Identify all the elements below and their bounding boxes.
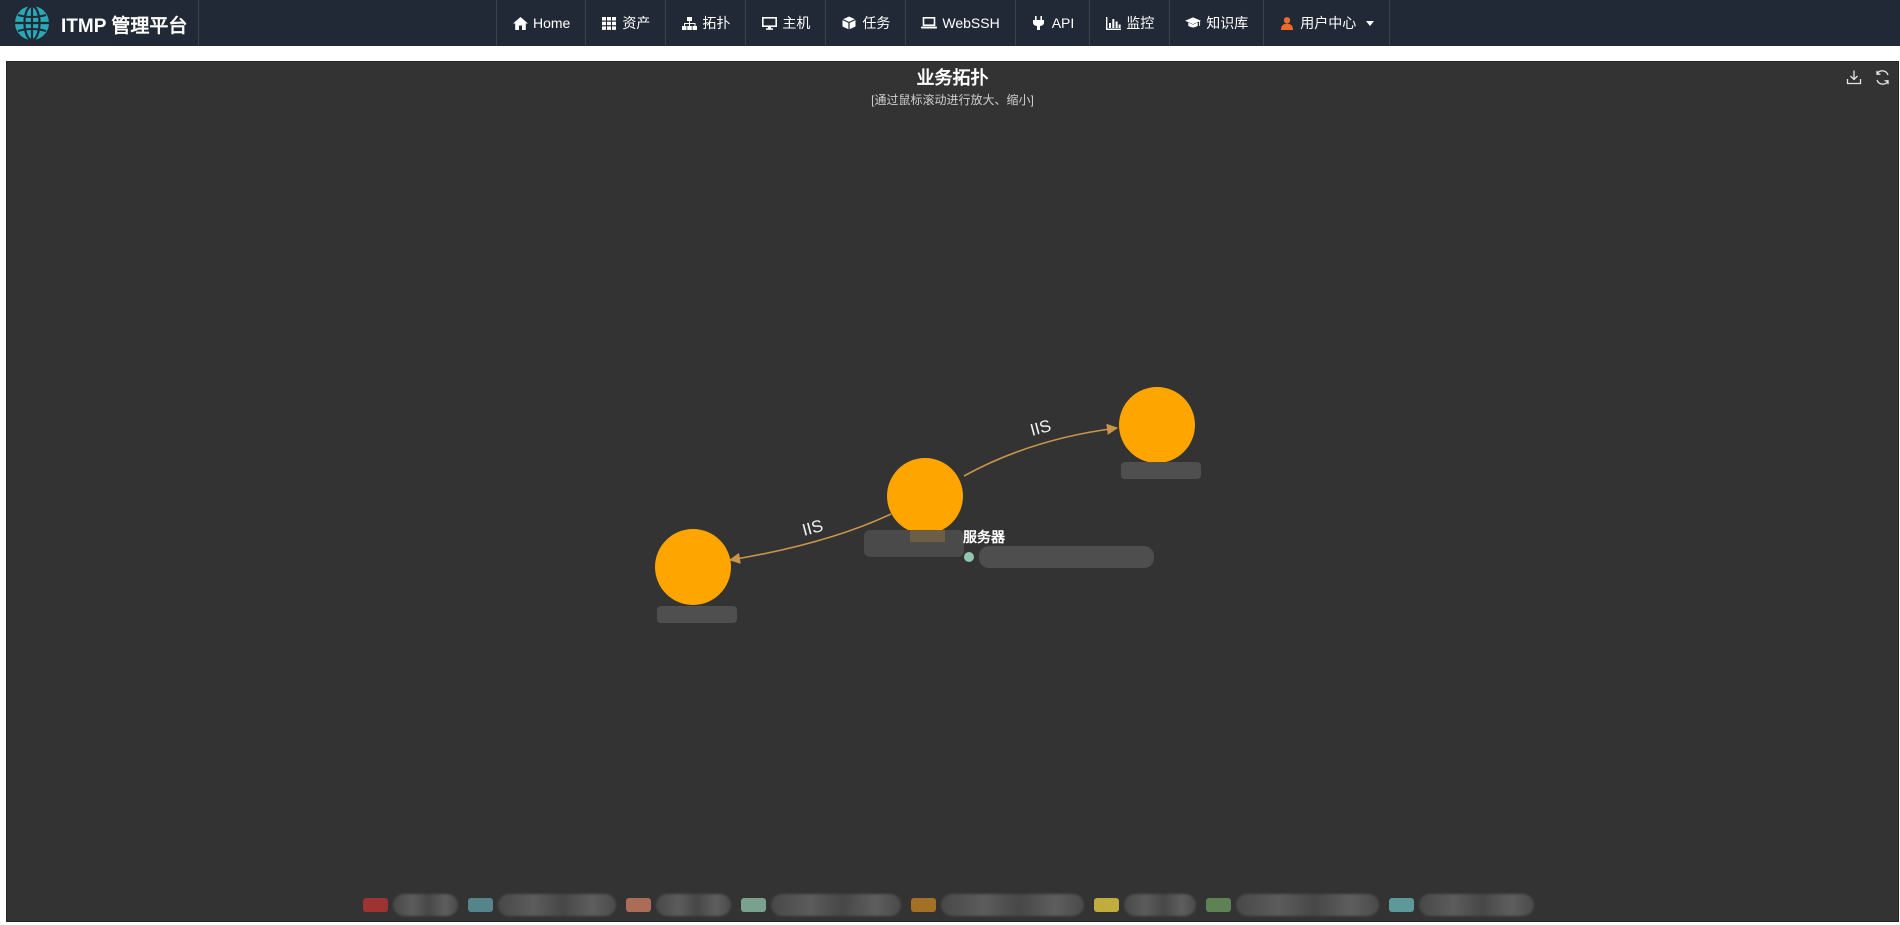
edge-label-right: IIS (1028, 416, 1053, 440)
legend-swatch (1389, 898, 1414, 912)
tooltip-value-redacted (979, 546, 1154, 568)
graduation-cap-icon (1185, 15, 1202, 31)
globe-logo-icon (15, 4, 49, 42)
legend-item[interactable] (363, 894, 458, 916)
nav-api[interactable]: API (1016, 0, 1091, 46)
nav-user-center-label: 用户中心 (1300, 15, 1357, 31)
legend-swatch (1206, 898, 1231, 912)
grid-icon (601, 15, 617, 31)
node-label-redacted-server-mark (910, 530, 945, 542)
edge-label-left: IIS (800, 516, 825, 540)
nav-monitor-label: 监控 (1126, 15, 1155, 31)
legend-swatch (1094, 898, 1119, 912)
dropdown-caret-icon (1366, 20, 1375, 26)
nav-user-center[interactable]: 用户中心 (1264, 0, 1391, 46)
legend-swatch (468, 898, 493, 912)
tooltip-dot-icon (964, 552, 974, 562)
topology-panel[interactable]: 业务拓扑 [通过鼠标滚动进行放大、缩小] IIS IIS 服务器 (6, 61, 1899, 922)
nav-hosts[interactable]: 主机 (746, 0, 827, 46)
nav-home-label: Home (533, 15, 571, 31)
nav-knowledge-base-label: 知识库 (1206, 15, 1249, 31)
main-menu: Home 资产 拓扑 主机 任务 WebSSH API 监控 知识库 用户中心 (496, 0, 1391, 46)
legend-item[interactable] (468, 894, 616, 916)
nav-assets-label: 资产 (622, 15, 651, 31)
legend-item[interactable] (741, 894, 901, 916)
topology-graph: IIS IIS 服务器 (655, 387, 1201, 623)
node-label-redacted-left (657, 606, 737, 623)
nav-webssh[interactable]: WebSSH (906, 0, 1016, 46)
desktop-icon (761, 15, 777, 31)
brand[interactable]: ITMP 管理平台 (0, 0, 199, 46)
home-icon (512, 15, 528, 31)
legend-swatch (363, 898, 388, 912)
cube-icon (841, 15, 857, 31)
legend-label-redacted (1124, 894, 1196, 916)
nav-webssh-label: WebSSH (942, 15, 1000, 31)
sitemap-icon (681, 15, 697, 31)
nav-tasks-label: 任务 (862, 15, 891, 31)
nav-api-label: API (1051, 15, 1075, 31)
legend-label-redacted (393, 894, 458, 916)
nav-home[interactable]: Home (497, 0, 587, 46)
legend-swatch (741, 898, 766, 912)
nav-monitor[interactable]: 监控 (1090, 0, 1171, 46)
nav-topology-label: 拓扑 (702, 15, 731, 31)
legend (363, 894, 1544, 916)
topology-node-right[interactable] (1119, 387, 1195, 463)
legend-swatch (626, 898, 651, 912)
node-label-redacted-right (1121, 462, 1201, 479)
nav-topology[interactable]: 拓扑 (666, 0, 747, 46)
legend-label-redacted (656, 894, 731, 916)
legend-label-redacted (771, 894, 901, 916)
tooltip-title: 服务器 (963, 529, 1006, 545)
legend-swatch (911, 898, 936, 912)
legend-item[interactable] (1094, 894, 1196, 916)
nav-knowledge-base[interactable]: 知识库 (1170, 0, 1265, 46)
user-icon (1279, 15, 1295, 31)
laptop-icon (921, 15, 938, 31)
node-tooltip: 服务器 (963, 529, 1154, 568)
topology-node-server[interactable] (887, 458, 963, 534)
legend-item[interactable] (911, 894, 1084, 916)
nav-tasks[interactable]: 任务 (826, 0, 907, 46)
legend-item[interactable] (626, 894, 731, 916)
brand-title: ITMP 管理平台 (61, 16, 188, 37)
top-navbar: ITMP 管理平台 Home 资产 拓扑 主机 任务 WebSSH API 监控… (0, 0, 1900, 46)
legend-label-redacted (1236, 894, 1379, 916)
legend-item[interactable] (1389, 894, 1534, 916)
plug-icon (1031, 15, 1047, 31)
topology-node-left[interactable] (655, 529, 731, 605)
bar-chart-icon (1105, 15, 1121, 31)
nav-assets[interactable]: 资产 (586, 0, 667, 46)
nav-hosts-label: 主机 (782, 15, 811, 31)
legend-label-redacted (1419, 894, 1534, 916)
legend-label-redacted (941, 894, 1084, 916)
legend-item[interactable] (1206, 894, 1379, 916)
legend-label-redacted (498, 894, 616, 916)
